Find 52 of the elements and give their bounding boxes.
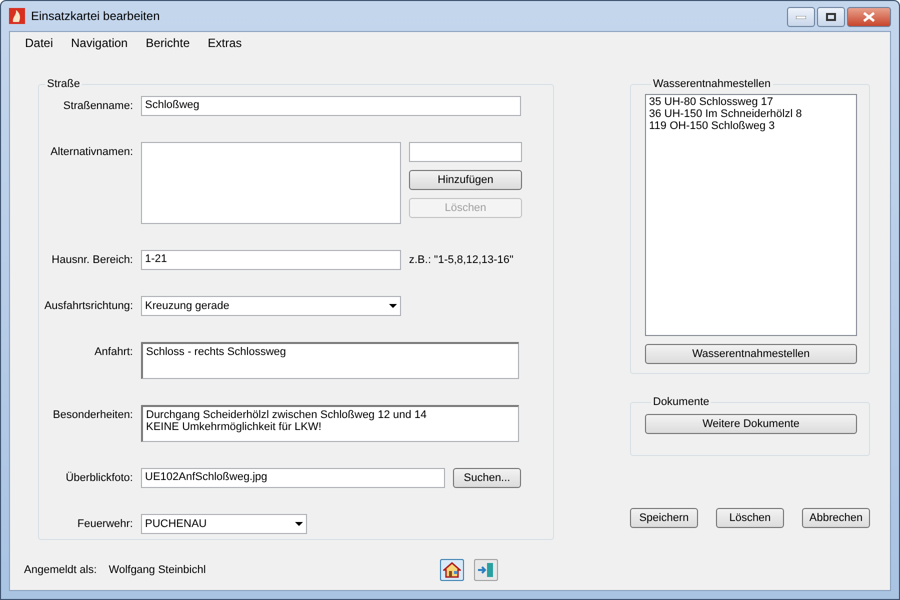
exit-button[interactable] bbox=[474, 559, 498, 581]
house-number-range-field[interactable]: 1-21 bbox=[141, 250, 401, 270]
window-title: Einsatzkartei bearbeiten bbox=[31, 9, 160, 23]
field-label: Hausnr. Bereich: bbox=[50, 253, 133, 268]
house-icon bbox=[442, 562, 461, 578]
menu-item[interactable]: Navigation bbox=[62, 36, 137, 50]
fire-brigade-dropdown[interactable]: PUCHENAU bbox=[141, 514, 307, 534]
minimize-button[interactable] bbox=[787, 7, 815, 27]
group-title: Wasserentnahmestellen bbox=[652, 78, 772, 90]
close-button[interactable] bbox=[847, 7, 891, 27]
flame-logo-icon bbox=[9, 8, 25, 24]
user-name: Wolfgang Steinbichl bbox=[108, 564, 206, 576]
field-label: Ausfahrtsrichtung: bbox=[43, 299, 133, 314]
close-icon bbox=[863, 12, 875, 22]
field-label: Straßenname: bbox=[62, 99, 133, 114]
format-hint: z.B.: "1-5,8,12,13-16" bbox=[409, 253, 514, 266]
browse-button[interactable]: Suchen... bbox=[453, 468, 521, 488]
maximize-icon bbox=[826, 13, 836, 21]
list-item[interactable]: 119 OH-150 Schloßweg 3 bbox=[649, 120, 853, 132]
field-label: Besonderheiten: bbox=[52, 408, 133, 423]
home-button[interactable] bbox=[440, 559, 464, 581]
action-button[interactable]: Löschen bbox=[716, 508, 784, 528]
field-label: Alternativnamen: bbox=[49, 145, 133, 160]
menu-item[interactable]: Berichte bbox=[136, 36, 199, 50]
photo-file-field[interactable]: UE102AnfSchloßweg.jpg bbox=[141, 468, 445, 488]
action-button[interactable]: Speichern bbox=[630, 508, 698, 528]
water-sources-list[interactable]: 35 UH-80 Schlossweg 17 36 UH-150 Im Schneiderhölzl 8 119 OH-150 Schloßweg 3 bbox=[645, 94, 857, 336]
exit-direction-dropdown[interactable]: Kreuzung gerade bbox=[141, 296, 401, 316]
maximize-button[interactable] bbox=[817, 7, 845, 27]
notes-field[interactable]: Durchgang Scheiderhölzl zwischen Schloßweg 12 und 14 KEINE Umkehrmöglichkeit für LKW! bbox=[141, 405, 519, 442]
alternative-names-list[interactable] bbox=[141, 142, 401, 224]
group-title: Dokumente bbox=[652, 396, 710, 408]
field-label: Feuerwehr: bbox=[76, 517, 133, 532]
field-label: Anfahrt: bbox=[93, 345, 133, 360]
dropdown-caret-icon bbox=[295, 522, 303, 526]
more-documents-button[interactable]: Weitere Dokumente bbox=[645, 414, 857, 434]
list-item[interactable]: 36 UH-150 Im Schneiderhölzl 8 bbox=[649, 108, 853, 120]
alternative-name-field[interactable] bbox=[409, 142, 522, 162]
logged-in-label: Angemeldt als: bbox=[24, 564, 97, 576]
street-name-field[interactable]: Schloßweg bbox=[141, 96, 521, 116]
group-title: Straße bbox=[46, 78, 82, 90]
menu-item[interactable]: Extras bbox=[198, 36, 251, 50]
door-exit-icon bbox=[476, 562, 495, 578]
action-button[interactable]: Abbrechen bbox=[802, 508, 870, 528]
list-item[interactable]: 35 UH-80 Schlossweg 17 bbox=[649, 96, 853, 108]
add-button[interactable]: Hinzufügen bbox=[409, 170, 522, 190]
minimize-icon bbox=[796, 16, 806, 18]
field-label: Überblickfoto: bbox=[64, 470, 133, 486]
menu-item[interactable]: Datei bbox=[16, 36, 62, 50]
water-sources-button[interactable]: Wasserentnahmestellen bbox=[645, 344, 857, 364]
dropdown-caret-icon bbox=[389, 304, 397, 308]
approach-field[interactable]: Schloss - rechts Schlossweg bbox=[141, 342, 519, 379]
